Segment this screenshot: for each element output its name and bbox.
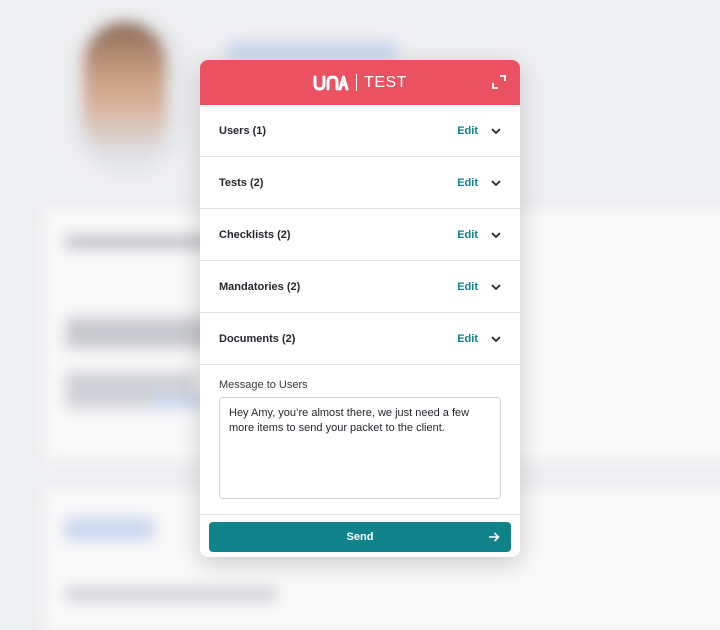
send-packet-dialog: TEST Users (1) Edit Tests (2) Edit Check…: [200, 60, 520, 557]
section-row-documents[interactable]: Documents (2) Edit: [200, 313, 520, 365]
message-label: Message to Users: [219, 379, 308, 391]
edit-link[interactable]: Edit: [457, 125, 478, 137]
una-logo: [313, 74, 349, 91]
background-text: [66, 588, 276, 600]
edit-link[interactable]: Edit: [457, 333, 478, 345]
brand-divider: [356, 74, 358, 91]
section-label: Users (1): [219, 124, 267, 137]
chevron-down-icon[interactable]: [490, 229, 502, 241]
section-row-mandatories[interactable]: Mandatories (2) Edit: [200, 261, 520, 313]
section-row-users[interactable]: Users (1) Edit: [200, 105, 520, 157]
chevron-down-icon[interactable]: [490, 333, 502, 345]
message-section: Message to Users Hey Amy, you’re almost …: [200, 365, 520, 499]
edit-link[interactable]: Edit: [457, 281, 478, 293]
chevron-down-icon[interactable]: [490, 281, 502, 293]
chevron-down-icon[interactable]: [490, 125, 502, 137]
brand: TEST: [313, 74, 407, 92]
message-textarea[interactable]: Hey Amy, you’re almost there, we just ne…: [219, 397, 501, 499]
brand-product-name: TEST: [364, 73, 407, 91]
chevron-down-icon[interactable]: [490, 177, 502, 189]
expand-icon[interactable]: [492, 75, 506, 89]
dialog-footer: Send: [200, 514, 520, 557]
send-button-label: Send: [346, 531, 374, 543]
edit-link[interactable]: Edit: [457, 229, 478, 241]
section-label: Documents (2): [219, 332, 296, 345]
section-row-tests[interactable]: Tests (2) Edit: [200, 157, 520, 209]
edit-link[interactable]: Edit: [457, 177, 478, 189]
profile-name-placeholder: [226, 42, 398, 60]
section-row-checklists[interactable]: Checklists (2) Edit: [200, 209, 520, 261]
section-label: Mandatories (2): [219, 280, 301, 293]
send-button[interactable]: Send: [209, 522, 511, 552]
background-text: [66, 318, 216, 348]
dialog-header: TEST: [200, 60, 520, 105]
section-label: Checklists (2): [219, 228, 291, 241]
profile-avatar: [84, 22, 166, 162]
section-label: Tests (2): [219, 176, 264, 189]
arrow-right-icon: [489, 532, 500, 542]
background-tag: [64, 518, 154, 540]
